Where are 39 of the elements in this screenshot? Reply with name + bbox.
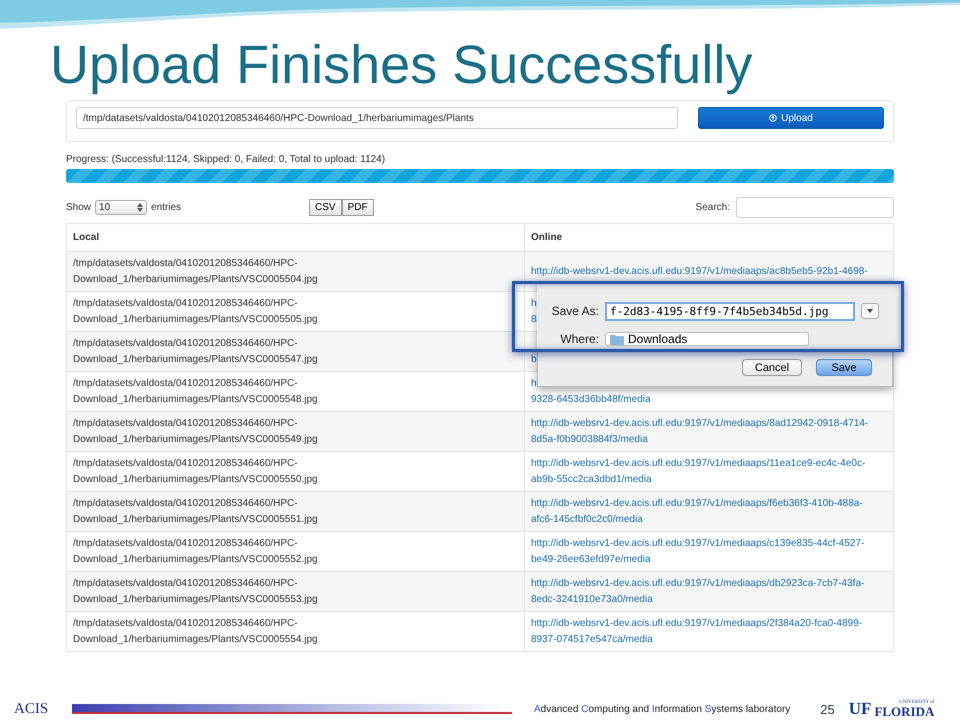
slide-number: 25 bbox=[820, 702, 835, 716]
acis-logo: ACIS bbox=[14, 700, 50, 718]
save-as-label: Save As: bbox=[550, 304, 599, 318]
dialog-button[interactable]: Save bbox=[816, 359, 872, 376]
table-cell: /tmp/datasets/valdosta/04102012085346460/HPC- Download_1/herbariumimages/Plants/VSC0005551.jpg bbox=[66, 492, 524, 532]
upload-icon bbox=[769, 114, 778, 122]
table-cell: /tmp/datasets/valdosta/04102012085346460/HPC- Download_1/herbariumimages/Plants/VSC0005547.jpg bbox=[66, 332, 524, 372]
show-label: Show bbox=[66, 202, 92, 212]
media-link[interactable]: http://idb-websrv1-dev.acis.ufl.edu:9197/v1/mediaaps/8ad12942-0918-4714- 8d5a-f0b9003884f3/media bbox=[524, 412, 894, 452]
entries-label: entries bbox=[151, 202, 182, 212]
dialog-button[interactable]: Cancel bbox=[742, 359, 802, 376]
export-button[interactable]: PDF bbox=[342, 198, 374, 216]
upload-button[interactable]: Upload bbox=[698, 107, 884, 129]
where-select[interactable]: Downloads bbox=[605, 332, 809, 346]
media-link[interactable]: http://idb-websrv1-dev.acis.ufl.edu:9197/v1/mediaaps/2f384a20-fca0-4899- 8937-074517e547ca/media bbox=[524, 612, 894, 652]
path-field[interactable]: /tmp/datasets/valdosta/04102012085346460/HPC-Download_1/herbariumimages/Plants bbox=[76, 107, 678, 129]
expand-button[interactable] bbox=[861, 303, 880, 320]
column-header[interactable]: Local bbox=[66, 224, 524, 252]
export-button[interactable]: CSV bbox=[309, 198, 342, 216]
florida-label: FLORIDA bbox=[874, 705, 934, 718]
where-label: Where: bbox=[559, 332, 599, 346]
search-field[interactable] bbox=[736, 196, 894, 218]
folder-icon bbox=[610, 334, 624, 345]
lab-name: Advanced Computing and Information Systems laboratory bbox=[534, 704, 790, 714]
slide-title: Upload Finishes Successfully bbox=[50, 34, 752, 97]
table-cell: /tmp/datasets/valdosta/04102012085346460/HPC- Download_1/herbariumimages/Plants/VSC0005553.jpg bbox=[66, 572, 524, 612]
uf-logo: UF bbox=[848, 699, 872, 719]
table-cell: /tmp/datasets/valdosta/04102012085346460/HPC- Download_1/herbariumimages/Plants/VSC0005549.jpg bbox=[66, 412, 524, 452]
caret-icon bbox=[867, 309, 874, 314]
search-label: Search: bbox=[696, 202, 730, 212]
page-size-select[interactable]: 10 bbox=[95, 200, 148, 214]
file-name-field[interactable]: f-2d83-4195-8ff9-7f4b5eb34b5d.jpg bbox=[605, 302, 856, 321]
media-link[interactable]: http://idb-websrv1-dev.acis.ufl.edu:9197/v1/mediaaps/f6eb36f3-410b-488a- afc6-145cfbf0c2c0/media bbox=[524, 492, 894, 532]
table-cell: /tmp/datasets/valdosta/04102012085346460/HPC- Download_1/herbariumimages/Plants/VSC0005554.jpg bbox=[66, 612, 524, 652]
progress-label: Progress: (Successful:1124, Skipped: 0, Failed: 0, Total to upload: 1124) bbox=[66, 154, 386, 165]
media-link[interactable]: http://idb-websrv1-dev.acis.ufl.edu:9197/v1/mediaaps/db2923ca-7cb7-43fa- 8edc-3241910e73a0/media bbox=[524, 572, 894, 612]
stepper-icon bbox=[137, 202, 144, 212]
column-header[interactable]: Online bbox=[524, 224, 894, 252]
table-cell: /tmp/datasets/valdosta/04102012085346460/HPC- Download_1/herbariumimages/Plants/VSC0005504.jpg bbox=[66, 252, 524, 292]
